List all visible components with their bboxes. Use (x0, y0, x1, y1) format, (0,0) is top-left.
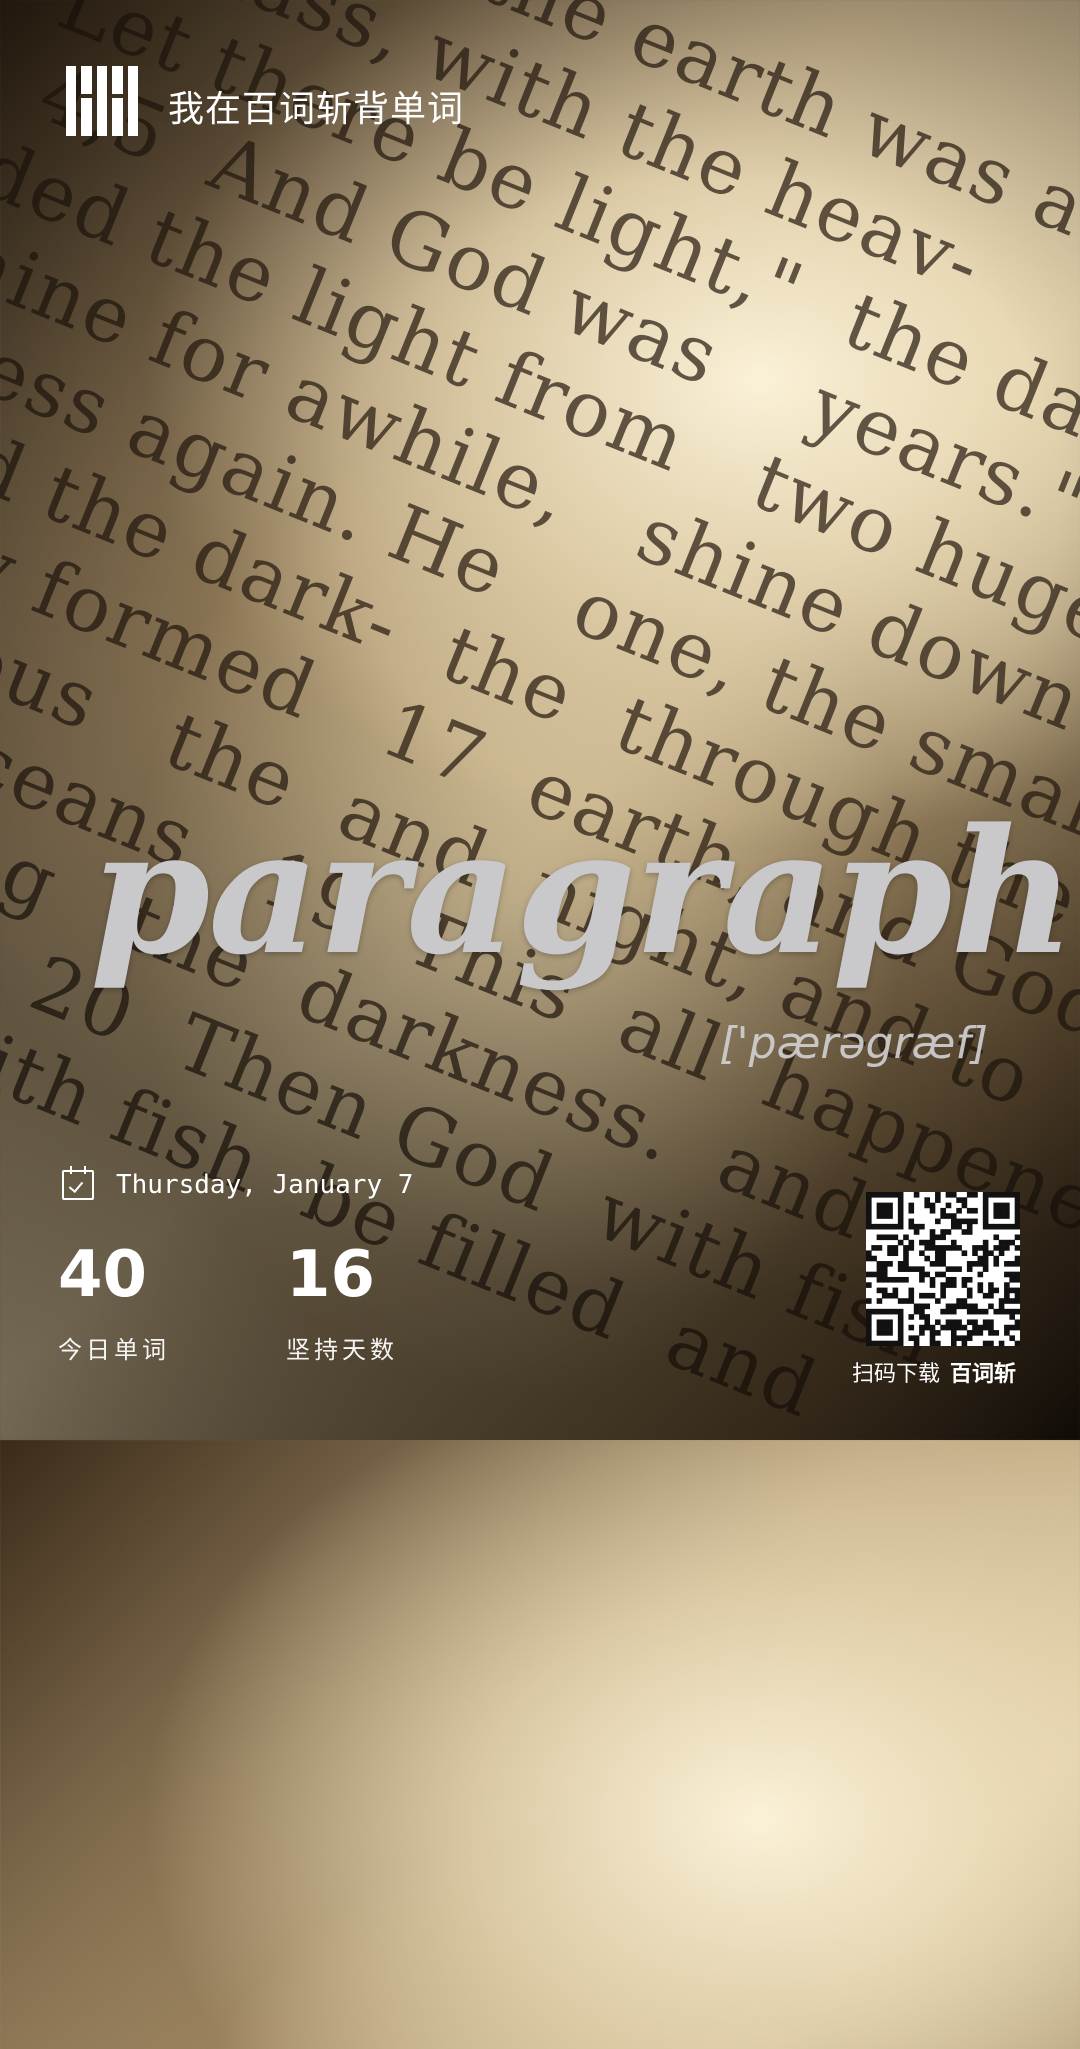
stat-today-words: 40 今日单词 (58, 1238, 170, 1365)
date-text: Thursday, January 7 (116, 1170, 414, 1200)
date-row: Thursday, January 7 (62, 1166, 414, 1200)
app-logo (66, 66, 139, 136)
stat-label: 坚持天数 (286, 1336, 398, 1364)
word-phonetic: ['pærəgræf] (719, 1018, 988, 1069)
download-qr-code[interactable] (866, 1192, 1021, 1347)
qr-caption: 扫码下载 百词斩 (852, 1356, 1016, 1388)
stat-streak-days: 16 坚持天数 (286, 1238, 398, 1365)
stat-label: 今日单词 (58, 1336, 170, 1364)
qr-code (866, 1192, 1021, 1347)
qr-brand-text: 百词斩 (950, 1362, 1017, 1387)
stat-value: 40 (58, 1238, 148, 1312)
stat-value: 16 (286, 1238, 376, 1312)
calendar-check-icon (62, 1166, 94, 1200)
qr-caption-text: 扫码下载 (852, 1362, 941, 1387)
header-title: 我在百词斩背单词 (168, 89, 465, 130)
word-text: paragraph (90, 790, 1075, 993)
